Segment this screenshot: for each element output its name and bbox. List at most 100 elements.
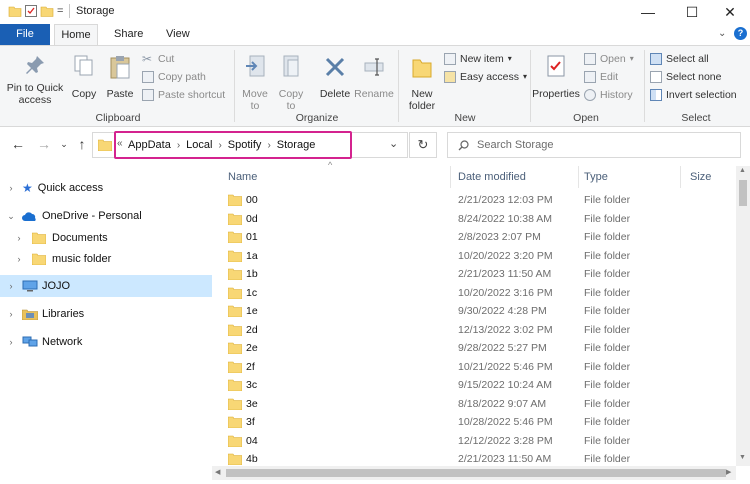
scroll-left-icon[interactable]: ◀ <box>215 468 220 476</box>
table-row[interactable]: 3c 9/15/2022 10:24 AM File folder <box>216 376 736 395</box>
delete-button[interactable]: Delete <box>316 50 354 106</box>
tab-share[interactable]: Share <box>104 24 153 45</box>
properties-button[interactable]: Properties <box>532 50 580 106</box>
copy-to-button[interactable]: Copy to <box>274 50 308 112</box>
chevron-right-icon[interactable]: › <box>177 140 180 151</box>
customize-quick-access-icon[interactable]: = <box>57 5 63 17</box>
vertical-scroll-thumb[interactable] <box>739 180 747 206</box>
table-row[interactable]: 0d 8/24/2022 10:38 AM File folder <box>216 210 736 229</box>
column-header-type[interactable]: Type <box>584 166 674 188</box>
nav-item-onedrive[interactable]: ⌄ OneDrive - Personal <box>0 205 212 227</box>
nav-item-documents[interactable]: › Documents <box>0 227 212 249</box>
file-type: File folder <box>584 249 631 262</box>
tab-view[interactable]: View <box>156 24 200 45</box>
column-header-name[interactable]: Name <box>228 166 448 188</box>
chevron-right-icon[interactable]: › <box>6 183 16 193</box>
nav-label: music folder <box>52 253 112 265</box>
edit-button[interactable]: Edit <box>584 68 640 86</box>
nav-item-jojo[interactable]: › JOJO <box>0 275 212 297</box>
select-none-button[interactable]: Select none <box>650 68 746 86</box>
horizontal-scroll-thumb[interactable] <box>226 469 726 477</box>
folder-icon <box>228 231 242 243</box>
minimize-button[interactable]: — <box>626 0 670 24</box>
breadcrumb-item-appdata[interactable]: AppData <box>128 139 171 151</box>
scroll-down-icon[interactable]: ▼ <box>739 454 746 461</box>
open-small-buttons: Open ▾ Edit History <box>584 50 640 104</box>
chevron-right-icon[interactable]: › <box>218 140 221 151</box>
properties-quick-icon[interactable] <box>24 4 38 18</box>
table-row[interactable]: 1e 9/30/2022 4:28 PM File folder <box>216 302 736 321</box>
forward-button[interactable]: → <box>36 136 52 152</box>
file-name: 3c <box>246 379 258 392</box>
refresh-button[interactable]: ↻ <box>409 132 437 158</box>
table-row[interactable]: 01 2/8/2023 2:07 PM File folder <box>216 228 736 247</box>
group-divider <box>234 50 235 122</box>
table-row[interactable]: 2e 9/28/2022 5:27 PM File folder <box>216 339 736 358</box>
table-row[interactable]: 04 12/12/2022 3:28 PM File folder <box>216 432 736 451</box>
chevron-right-icon[interactable]: › <box>267 140 270 151</box>
history-label: History <box>600 89 633 101</box>
file-date-modified: 10/28/2022 5:46 PM <box>458 416 553 429</box>
breadcrumb-item-storage[interactable]: Storage <box>277 139 316 151</box>
nav-item-libraries[interactable]: › Libraries <box>0 303 212 325</box>
copy-button[interactable]: Copy <box>68 50 100 100</box>
new-folder-quick-icon[interactable] <box>40 4 54 18</box>
pin-to-quick-access-button[interactable]: Pin to Quick access <box>4 50 66 106</box>
column-header-size[interactable]: Size <box>690 166 736 188</box>
cut-button[interactable]: ✂ Cut <box>142 50 232 68</box>
address-dropdown-icon[interactable]: ⌄ <box>389 137 398 150</box>
table-row[interactable]: 3e 8/18/2022 9:07 AM File folder <box>216 395 736 414</box>
chevron-right-icon[interactable]: › <box>14 254 24 264</box>
select-all-button[interactable]: Select all <box>650 50 746 68</box>
search-input[interactable]: Search Storage <box>447 132 741 158</box>
select-all-label: Select all <box>666 53 709 65</box>
paste-button[interactable]: Paste <box>104 50 136 100</box>
open-button[interactable]: Open ▾ <box>584 50 640 68</box>
file-name: 2f <box>246 360 255 373</box>
rename-button[interactable]: Rename <box>354 50 394 100</box>
table-row[interactable]: 1a 10/20/2022 3:20 PM File folder <box>216 247 736 266</box>
move-to-button[interactable]: Move to <box>238 50 272 112</box>
nav-item-music-folder[interactable]: › music folder <box>0 248 212 270</box>
tab-file[interactable]: File <box>0 24 50 45</box>
file-date-modified: 9/30/2022 4:28 PM <box>458 305 547 318</box>
breadcrumb-item-spotify[interactable]: Spotify <box>228 139 262 151</box>
tab-home[interactable]: Home <box>54 24 98 45</box>
ribbon-minimize-icon[interactable]: ⌄ <box>718 28 726 39</box>
paste-shortcut-button[interactable]: Paste shortcut <box>142 86 232 104</box>
nav-item-network[interactable]: › Network <box>0 331 212 353</box>
file-date-modified: 8/24/2022 10:38 AM <box>458 212 552 225</box>
up-button[interactable]: ↑ <box>74 136 90 152</box>
nav-label: Libraries <box>42 308 85 320</box>
invert-selection-button[interactable]: Invert selection <box>650 86 746 104</box>
table-row[interactable]: 3f 10/28/2022 5:46 PM File folder <box>216 413 736 432</box>
vertical-scrollbar[interactable]: ▲ ▼ <box>736 166 750 466</box>
copy-to-label: Copy to <box>278 88 304 112</box>
chevron-right-icon[interactable]: › <box>14 233 24 243</box>
chevron-right-icon[interactable]: › <box>6 281 16 291</box>
close-button[interactable]: ✕ <box>708 0 750 24</box>
table-row[interactable]: 2d 12/13/2022 3:02 PM File folder <box>216 321 736 340</box>
nav-item-quick-access[interactable]: › ★ Quick access <box>0 177 212 199</box>
table-row[interactable]: 00 2/21/2023 12:03 PM File folder <box>216 191 736 210</box>
chevron-right-icon[interactable]: › <box>6 309 16 319</box>
table-row[interactable]: 1b 2/21/2023 11:50 AM File folder <box>216 265 736 284</box>
recent-locations-button[interactable]: ⌄ <box>56 136 72 152</box>
table-row[interactable]: 2f 10/21/2022 5:46 PM File folder <box>216 358 736 377</box>
column-header-date[interactable]: Date modified <box>458 166 576 188</box>
chevron-right-icon[interactable]: › <box>6 337 16 347</box>
help-icon[interactable]: ? <box>734 27 747 40</box>
copy-path-button[interactable]: Copy path <box>142 68 232 86</box>
easy-access-button[interactable]: Easy access ▾ <box>444 68 530 86</box>
new-folder-button[interactable]: New folder <box>402 50 442 112</box>
scroll-right-icon[interactable]: ▶ <box>726 468 731 476</box>
scroll-up-icon[interactable]: ▲ <box>739 167 746 174</box>
new-item-button[interactable]: New item ▾ <box>444 50 530 68</box>
table-row[interactable]: 1c 10/20/2022 3:16 PM File folder <box>216 284 736 303</box>
nav-label: JOJO <box>42 280 71 292</box>
breadcrumb-item-local[interactable]: Local <box>186 139 212 151</box>
chevron-down-icon[interactable]: ⌄ <box>6 211 16 222</box>
history-button[interactable]: History <box>584 86 640 104</box>
back-button[interactable]: ← <box>10 136 26 152</box>
move-to-label: Move to <box>242 88 268 112</box>
